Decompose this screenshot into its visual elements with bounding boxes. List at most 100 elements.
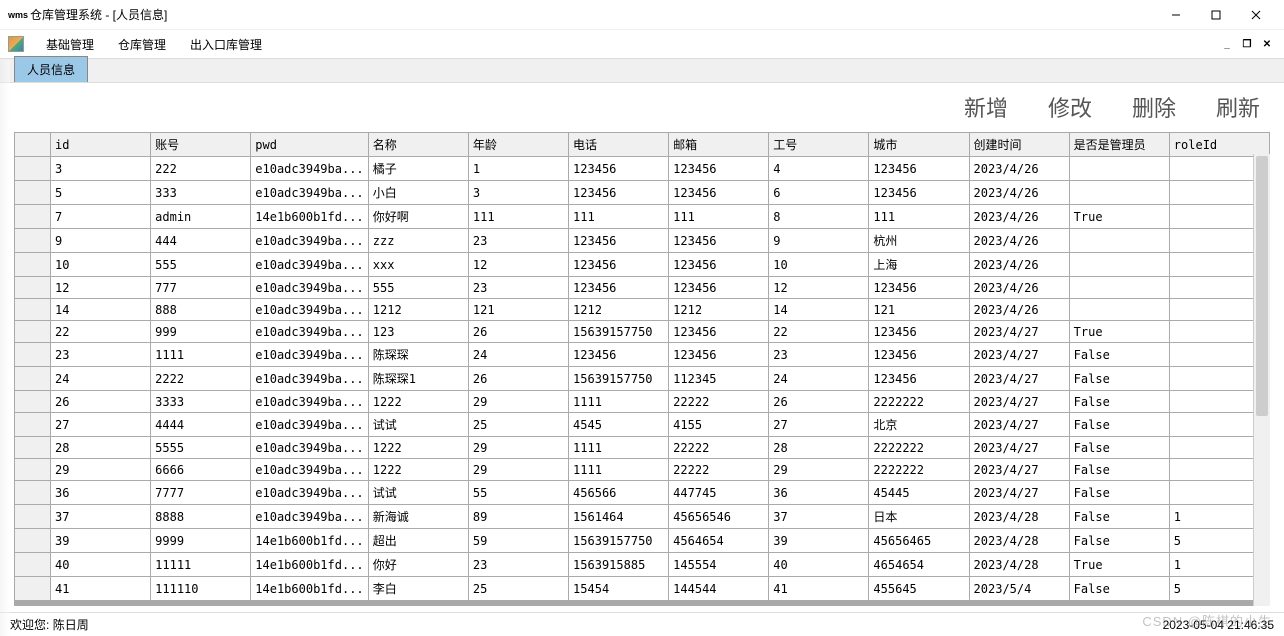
column-header-city[interactable]: 城市 xyxy=(869,133,969,157)
cell-age[interactable]: 26 xyxy=(468,367,568,391)
table-row[interactable]: 3222e10adc3949ba...橘子1123456123456412345… xyxy=(15,157,1270,181)
cell-ct[interactable]: 2023/4/28 xyxy=(969,553,1069,577)
cell-acc[interactable]: 444 xyxy=(151,229,251,253)
cell-tel[interactable]: 15639157750 xyxy=(569,321,669,343)
table-row[interactable]: 274444e10adc3949ba...试试254545415527北京202… xyxy=(15,413,1270,437)
table-row[interactable]: 231111e10adc3949ba...陈琛琛2412345612345623… xyxy=(15,343,1270,367)
table-row[interactable]: 39999914e1b600b1fd...超出59156391577504564… xyxy=(15,529,1270,553)
row-header[interactable] xyxy=(15,529,51,553)
menu-warehouse-management[interactable]: 仓库管理 xyxy=(106,32,178,57)
cell-acc[interactable]: 555 xyxy=(151,253,251,277)
cell-admin[interactable] xyxy=(1069,229,1169,253)
cell-age[interactable]: 111 xyxy=(468,205,568,229)
cell-admin[interactable] xyxy=(1069,277,1169,299)
cell-city[interactable]: 123456 xyxy=(869,181,969,205)
cell-age[interactable]: 55 xyxy=(468,481,568,505)
cell-city[interactable]: 北京 xyxy=(869,413,969,437)
cell-tel[interactable]: 456566 xyxy=(569,481,669,505)
row-header[interactable] xyxy=(15,577,51,601)
cell-city[interactable]: 上海 xyxy=(869,253,969,277)
mdi-close-button[interactable]: ✕ xyxy=(1258,36,1276,52)
column-header-roleid[interactable]: roleId xyxy=(1169,133,1269,157)
cell-age[interactable]: 25 xyxy=(468,413,568,437)
cell-mail[interactable]: 112345 xyxy=(669,367,769,391)
minimize-button[interactable] xyxy=(1156,1,1196,29)
cell-pwd[interactable]: e10adc3949ba... xyxy=(251,157,369,181)
cell-tel[interactable]: 15639157750 xyxy=(569,529,669,553)
cell-pwd[interactable]: 14e1b600b1fd... xyxy=(251,553,369,577)
cell-tel[interactable]: 1111 xyxy=(569,391,669,413)
cell-emp[interactable]: 28 xyxy=(769,437,869,459)
cell-mail[interactable]: 123456 xyxy=(669,253,769,277)
cell-emp[interactable]: 26 xyxy=(769,391,869,413)
cell-name[interactable]: 555 xyxy=(368,277,468,299)
mdi-restore-button[interactable]: ❐ xyxy=(1238,36,1256,52)
cell-name[interactable]: 橘子 xyxy=(368,157,468,181)
cell-pwd[interactable]: e10adc3949ba... xyxy=(251,413,369,437)
cell-acc[interactable]: 6666 xyxy=(151,459,251,481)
cell-name[interactable]: 1212 xyxy=(368,299,468,321)
cell-emp[interactable]: 29 xyxy=(769,459,869,481)
table-row[interactable]: 10555e10adc3949ba...xxx1212345612345610上… xyxy=(15,253,1270,277)
cell-tel[interactable]: 15639157750 xyxy=(569,367,669,391)
cell-name[interactable]: 陈琛琛 xyxy=(368,343,468,367)
cell-name[interactable]: 小白 xyxy=(368,181,468,205)
cell-acc[interactable]: 3333 xyxy=(151,391,251,413)
cell-name[interactable]: 试试 xyxy=(368,481,468,505)
column-header-tel[interactable]: 电话 xyxy=(569,133,669,157)
cell-age[interactable]: 24 xyxy=(468,343,568,367)
cell-admin[interactable]: False xyxy=(1069,459,1169,481)
close-button[interactable] xyxy=(1236,1,1276,29)
column-header-age[interactable]: 年龄 xyxy=(468,133,568,157)
cell-emp[interactable]: 36 xyxy=(769,481,869,505)
cell-id[interactable]: 5 xyxy=(51,181,151,205)
cell-pwd[interactable]: e10adc3949ba... xyxy=(251,391,369,413)
row-header[interactable] xyxy=(15,205,51,229)
column-header-empno[interactable]: 工号 xyxy=(769,133,869,157)
cell-city[interactable]: 45445 xyxy=(869,481,969,505)
cell-ct[interactable]: 2023/4/27 xyxy=(969,437,1069,459)
cell-age[interactable]: 89 xyxy=(468,505,568,529)
menu-inout-management[interactable]: 出入口库管理 xyxy=(178,32,274,57)
cell-ct[interactable]: 2023/4/27 xyxy=(969,481,1069,505)
cell-acc[interactable]: 333 xyxy=(151,181,251,205)
cell-id[interactable]: 12 xyxy=(51,277,151,299)
column-header-pwd[interactable]: pwd xyxy=(251,133,369,157)
cell-age[interactable]: 59 xyxy=(468,529,568,553)
cell-name[interactable]: 陈琛琛1 xyxy=(368,367,468,391)
cell-id[interactable]: 24 xyxy=(51,367,151,391)
cell-admin[interactable]: False xyxy=(1069,343,1169,367)
table-row[interactable]: 401111114e1b600b1fd...你好2315639158851455… xyxy=(15,553,1270,577)
cell-pwd[interactable]: e10adc3949ba... xyxy=(251,367,369,391)
cell-age[interactable]: 3 xyxy=(468,181,568,205)
cell-tel[interactable]: 15454 xyxy=(569,577,669,601)
cell-admin[interactable]: False xyxy=(1069,391,1169,413)
cell-admin[interactable]: True xyxy=(1069,553,1169,577)
cell-acc[interactable]: 11111 xyxy=(151,553,251,577)
cell-ct[interactable]: 2023/5/4 xyxy=(969,577,1069,601)
table-row[interactable]: 296666e10adc3949ba...1222291111222222922… xyxy=(15,459,1270,481)
cell-age[interactable]: 23 xyxy=(468,229,568,253)
cell-id[interactable]: 9 xyxy=(51,229,151,253)
cell-city[interactable]: 日本 xyxy=(869,505,969,529)
add-button[interactable]: 新增 xyxy=(964,91,1008,123)
data-grid[interactable]: id 账号 pwd 名称 年龄 电话 邮箱 工号 城市 创建时间 是否是管理员 … xyxy=(14,132,1270,606)
cell-id[interactable]: 22 xyxy=(51,321,151,343)
cell-ct[interactable]: 2023/4/27 xyxy=(969,459,1069,481)
cell-emp[interactable]: 12 xyxy=(769,277,869,299)
delete-button[interactable]: 删除 xyxy=(1132,91,1176,123)
cell-city[interactable]: 杭州 xyxy=(869,229,969,253)
cell-admin[interactable]: False xyxy=(1069,367,1169,391)
cell-acc[interactable]: 7777 xyxy=(151,481,251,505)
cell-admin[interactable]: False xyxy=(1069,413,1169,437)
cell-age[interactable]: 25 xyxy=(468,577,568,601)
cell-pwd[interactable]: e10adc3949ba... xyxy=(251,321,369,343)
cell-age[interactable]: 29 xyxy=(468,437,568,459)
table-row[interactable]: 367777e10adc3949ba...试试55456566447745364… xyxy=(15,481,1270,505)
cell-acc[interactable]: 888 xyxy=(151,299,251,321)
cell-emp[interactable]: 9 xyxy=(769,229,869,253)
cell-city[interactable]: 4654654 xyxy=(869,553,969,577)
cell-mail[interactable]: 22222 xyxy=(669,437,769,459)
tab-personnel-info[interactable]: 人员信息 xyxy=(14,56,88,82)
cell-pwd[interactable]: e10adc3949ba... xyxy=(251,229,369,253)
